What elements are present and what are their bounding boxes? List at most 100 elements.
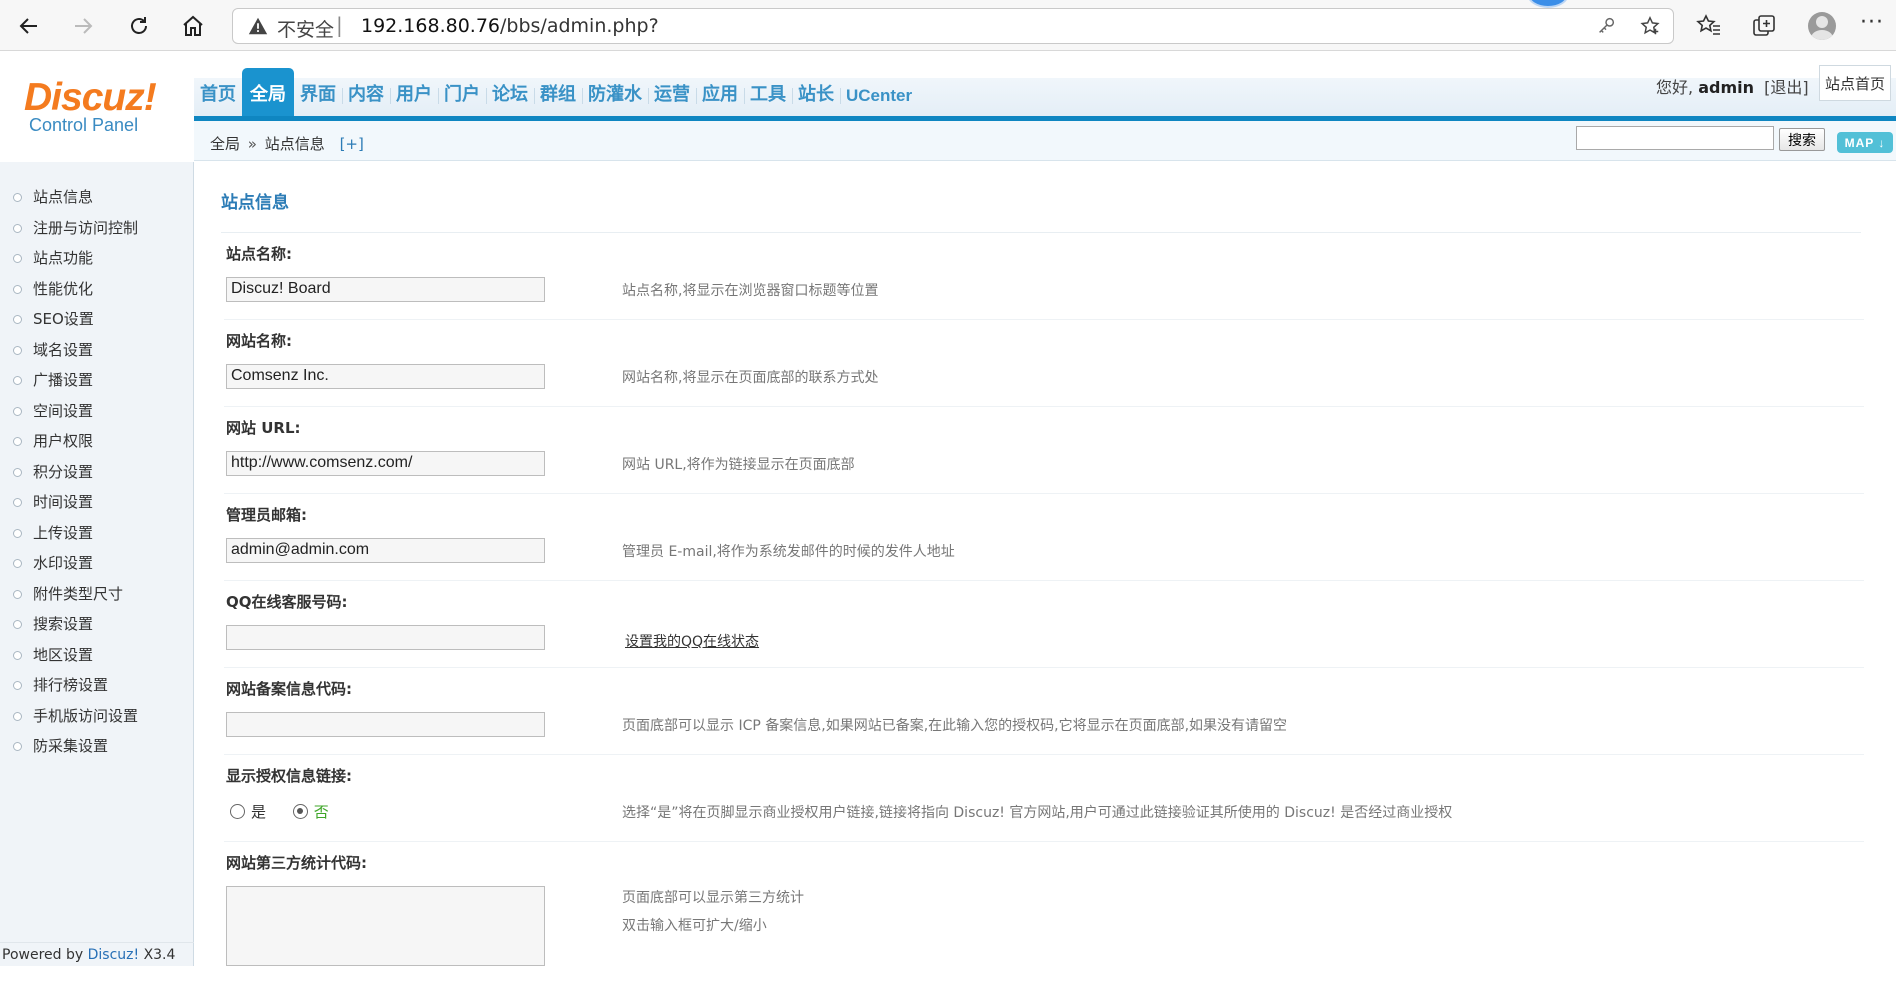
sidebar-item-credits[interactable]: 积分设置 xyxy=(0,457,138,488)
bullet-icon xyxy=(13,437,22,446)
setting-label: 站点名称: xyxy=(226,245,292,263)
setting-hint: 管理员 E-mail,将作为系统发邮件的时候的发件人地址 xyxy=(622,544,955,560)
nav-item-tools[interactable]: 工具 xyxy=(744,80,793,116)
bullet-icon xyxy=(13,681,22,690)
sidebar-item-label: 上传设置 xyxy=(33,523,94,542)
qq-status-link[interactable]: 设置我的QQ在线状态 xyxy=(625,634,759,650)
url-text[interactable]: 192.168.80.76/bbs/admin.php? xyxy=(361,15,659,37)
setting-label: QQ在线客服号码: xyxy=(226,593,348,611)
add-favorite-icon[interactable] xyxy=(1639,15,1661,37)
bullet-icon xyxy=(13,254,22,263)
site-name-input[interactable]: Discuz! Board xyxy=(226,277,545,302)
radio-no-label[interactable]: 否 xyxy=(314,803,329,821)
setting-hint: 页面底部可以显示 ICP 备案信息,如果网站已备案,在此输入您的授权码,它将显示… xyxy=(622,718,1288,734)
nav-item-content[interactable]: 内容 xyxy=(342,80,391,116)
nav-item-interface[interactable]: 界面 xyxy=(294,80,343,116)
favorites-icon[interactable] xyxy=(1695,12,1723,40)
search-button[interactable]: 搜索 xyxy=(1779,128,1825,151)
add-shortcut-link[interactable]: [+] xyxy=(340,135,364,153)
breadcrumb: 全局 » 站点信息 [+] xyxy=(210,133,364,154)
sidebar-item-mobile-access[interactable]: 手机版访问设置 xyxy=(0,701,138,732)
web-url-input[interactable]: http://www.comsenz.com/ xyxy=(226,451,545,476)
sidebar-item-register-access[interactable]: 注册与访问控制 xyxy=(0,213,138,244)
site-home-button[interactable]: 站点首页 xyxy=(1819,65,1891,101)
profile-avatar[interactable] xyxy=(1808,12,1836,40)
setting-label: 网站第三方统计代码: xyxy=(226,854,367,872)
qq-service-input[interactable] xyxy=(226,625,545,650)
bullet-icon xyxy=(13,315,22,324)
nav-item-users[interactable]: 用户 xyxy=(390,80,439,116)
collections-icon[interactable] xyxy=(1750,12,1778,40)
web-name-input[interactable]: Comsenz Inc. xyxy=(226,364,545,389)
nav-item-global[interactable]: 全局 xyxy=(242,68,294,116)
url-path: /bbs/admin.php? xyxy=(500,15,659,37)
reload-button[interactable] xyxy=(121,8,157,44)
setting-icp: 网站备案信息代码: 页面底部可以显示 ICP 备案信息,如果网站已备案,在此输入… xyxy=(224,668,1864,755)
sidebar-item-label: 站点功能 xyxy=(33,249,94,267)
bullet-icon xyxy=(13,467,22,477)
username: admin xyxy=(1698,78,1754,97)
user-greeting: 您好, admin [退出] xyxy=(1656,74,1809,98)
nav-item-forum[interactable]: 论坛 xyxy=(486,80,535,116)
avatar-body xyxy=(1811,30,1833,40)
sidebar-item-label: 手机版访问设置 xyxy=(33,706,139,725)
sidebar-item-label: 水印设置 xyxy=(33,554,94,572)
setting-hint: 站点名称,将显示在浏览器窗口标题等位置 xyxy=(622,283,879,299)
sidebar-item-label: 站点信息 xyxy=(33,188,94,206)
bullet-icon xyxy=(13,193,22,202)
sidebar-item-performance[interactable]: 性能优化 xyxy=(0,274,138,305)
powered-brand-link[interactable]: Discuz! xyxy=(88,947,140,963)
nav-item-groups[interactable]: 群组 xyxy=(534,80,583,116)
back-button[interactable] xyxy=(11,8,47,44)
menu-search-input[interactable] xyxy=(1576,126,1774,150)
sidebar-item-broadcast[interactable]: 广播设置 xyxy=(0,365,138,396)
nav-item-ucenter[interactable]: UCenter xyxy=(840,86,918,116)
sidebar-item-seo[interactable]: SEO设置 xyxy=(0,304,138,335)
sidebar-item-upload[interactable]: 上传设置 xyxy=(0,518,138,549)
bullet-icon xyxy=(13,345,22,355)
admin-email-input[interactable]: admin@admin.com xyxy=(226,538,545,563)
logo-main-text: Discuz! xyxy=(24,76,157,119)
sidebar-item-watermark[interactable]: 水印设置 xyxy=(0,548,138,579)
icp-input[interactable] xyxy=(226,712,545,737)
map-button[interactable]: MAP ↓ xyxy=(1837,132,1893,153)
setting-stat-code: 网站第三方统计代码: 页面底部可以显示第三方统计 双击输入框可扩大/缩小 xyxy=(224,842,1864,982)
home-button[interactable] xyxy=(175,8,211,44)
setting-hint-line1: 页面底部可以显示第三方统计 xyxy=(622,890,804,906)
nav-item-webmaster[interactable]: 站长 xyxy=(792,80,841,116)
sidebar-item-anti-scraping[interactable]: 防采集设置 xyxy=(0,731,138,762)
radio-yes-label[interactable]: 是 xyxy=(251,803,266,821)
radio-no[interactable] xyxy=(292,804,308,819)
more-options-icon[interactable]: ··· xyxy=(1860,10,1884,35)
bullet-icon xyxy=(13,559,22,568)
forward-button[interactable] xyxy=(65,8,101,44)
logout-link[interactable]: [退出] xyxy=(1764,78,1809,97)
sidebar-item-site-features[interactable]: 站点功能 xyxy=(0,243,138,274)
breadcrumb-root[interactable]: 全局 xyxy=(210,135,240,153)
address-bar[interactable]: 不安全 | 192.168.80.76/bbs/admin.php? xyxy=(232,8,1674,44)
sidebar-item-search[interactable]: 搜索设置 xyxy=(0,609,138,640)
nav-item-home[interactable]: 首页 xyxy=(194,80,243,116)
sidebar-item-label: 空间设置 xyxy=(33,401,94,420)
sidebar-item-attachment-types[interactable]: 附件类型尺寸 xyxy=(0,579,138,610)
sidebar-item-label: 时间设置 xyxy=(33,493,94,511)
sidebar-item-domain[interactable]: 域名设置 xyxy=(0,335,138,366)
radio-yes[interactable] xyxy=(230,804,245,819)
setting-license-link: 显示授权信息链接: 是 否 选择“是”将在页脚显示商业授权用户链接,链接将指向 … xyxy=(224,755,1864,842)
sidebar-item-user-permissions[interactable]: 用户权限 xyxy=(0,426,138,457)
key-icon[interactable] xyxy=(1595,15,1617,37)
security-label[interactable]: 不安全 xyxy=(277,15,334,42)
sidebar-item-time[interactable]: 时间设置 xyxy=(0,487,138,518)
page-title: 站点信息 xyxy=(221,193,289,213)
nav-item-portal[interactable]: 门户 xyxy=(438,80,487,116)
sidebar-item-space[interactable]: 空间设置 xyxy=(0,396,138,427)
discuz-logo[interactable]: Discuz! Control Panel xyxy=(24,76,157,136)
setting-label: 显示授权信息链接: xyxy=(226,767,352,785)
sidebar-item-site-info[interactable]: 站点信息 xyxy=(0,182,138,213)
nav-item-operations[interactable]: 运营 xyxy=(648,80,697,116)
sidebar-item-ranking[interactable]: 排行榜设置 xyxy=(0,670,138,701)
nav-item-apps[interactable]: 应用 xyxy=(696,80,745,116)
sidebar-item-region[interactable]: 地区设置 xyxy=(0,640,138,671)
stat-code-textarea[interactable] xyxy=(226,886,545,966)
nav-item-anti-spam[interactable]: 防灌水 xyxy=(582,80,649,116)
